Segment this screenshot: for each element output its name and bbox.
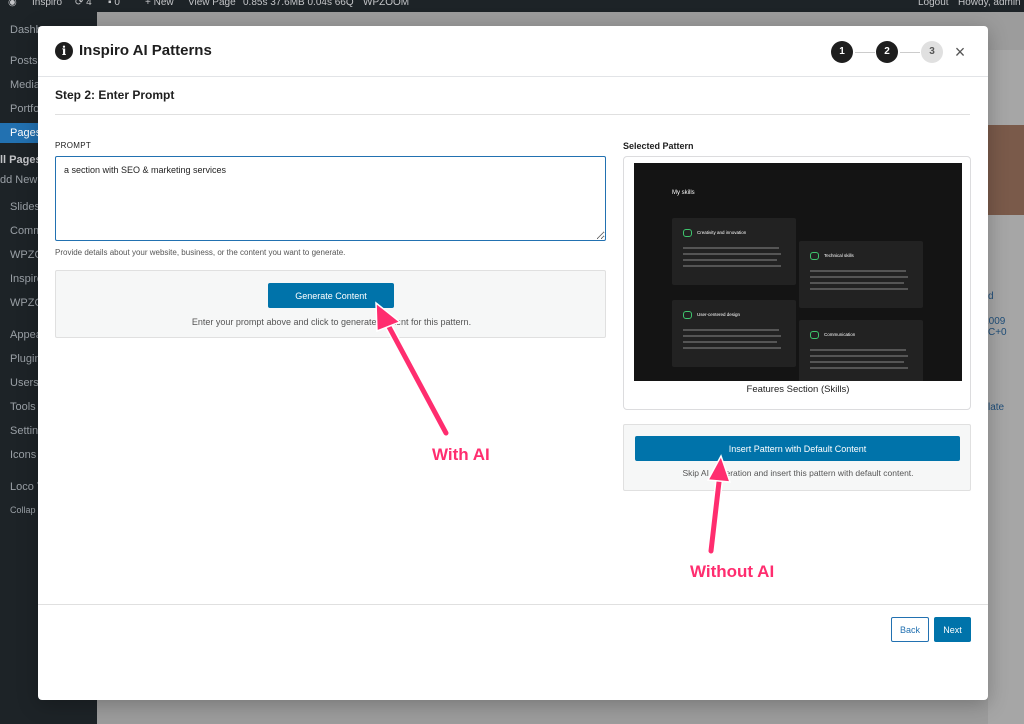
preview-text-line xyxy=(683,253,781,255)
preview-card-title: Technical skills xyxy=(824,253,854,258)
preview-text-line xyxy=(810,367,908,369)
adminbar-comments[interactable]: ▪ 0 xyxy=(108,0,120,8)
preview-text-line xyxy=(683,347,781,349)
preview-card: User-centered design xyxy=(672,300,796,367)
editor-settings-panel xyxy=(988,50,1024,724)
preview-text-line xyxy=(683,265,781,267)
modal-title: Inspiro AI Patterns xyxy=(79,42,212,59)
adminbar-site-link[interactable]: Inspiro xyxy=(32,0,62,8)
preview-text-line xyxy=(683,329,779,331)
preview-card: Communication xyxy=(799,320,923,381)
preview-card: Technical skills xyxy=(799,241,923,308)
step-3-indicator: 3 xyxy=(921,41,943,63)
generate-content-button[interactable]: Generate Content xyxy=(268,283,394,308)
preview-text-line xyxy=(810,355,908,357)
with-ai-label: With AI xyxy=(432,445,490,464)
preview-text-line xyxy=(810,361,904,363)
wp-logo-icon[interactable]: ◉ xyxy=(8,0,17,8)
step-connector xyxy=(900,52,920,53)
adminbar-updates[interactable]: ⟳ 4 xyxy=(75,0,92,8)
insert-default-button[interactable]: Insert Pattern with Default Content xyxy=(635,436,960,461)
panel-text-3: C+0 xyxy=(988,327,1007,338)
prompt-textarea[interactable]: a section with SEO & marketing services xyxy=(55,156,606,241)
adminbar-view-page[interactable]: View Page xyxy=(188,0,236,8)
preview-text-line xyxy=(810,288,908,290)
preview-card: Creativity and innovation xyxy=(672,218,796,285)
footer-divider xyxy=(38,604,988,605)
wp-admin-bar: ◉ Inspiro ⟳ 4 ▪ 0 + New View Page 0.85s … xyxy=(0,0,1024,12)
magnet-icon xyxy=(683,311,692,319)
adminbar-howdy[interactable]: Howdy, admin xyxy=(958,0,1021,8)
ai-patterns-modal: i Inspiro AI Patterns 1 2 3 × Step 2: En… xyxy=(38,26,988,700)
selected-pattern-label: Selected Pattern xyxy=(623,141,694,151)
preview-text-line xyxy=(810,276,908,278)
insert-default-panel: Insert Pattern with Default Content Skip… xyxy=(623,424,971,491)
chat-icon xyxy=(810,331,819,339)
generate-panel: Generate Content Enter your prompt above… xyxy=(55,270,606,338)
next-button[interactable]: Next xyxy=(934,617,971,642)
info-icon: i xyxy=(55,42,73,60)
modal-header: i Inspiro AI Patterns 1 2 3 × xyxy=(38,26,988,77)
adminbar-stats[interactable]: 0.85s 37.6MB 0.04s 66Q xyxy=(243,0,354,8)
leaf-icon xyxy=(683,229,692,237)
preview-text-line xyxy=(683,341,777,343)
selected-pattern-card[interactable]: My skills Creativity and innovation Tech… xyxy=(623,156,971,410)
preview-card-title: User-centered design xyxy=(697,312,741,317)
prompt-help-text: Provide details about your website, busi… xyxy=(55,248,346,257)
pattern-name: Features Section (Skills) xyxy=(746,384,850,395)
preview-card-title: Communication xyxy=(824,332,856,337)
insert-note: Skip AI generation and insert this patte… xyxy=(682,468,914,478)
adminbar-comments-count: 0 xyxy=(114,0,120,8)
preview-text-line xyxy=(683,259,777,261)
back-button[interactable]: Back xyxy=(891,617,929,642)
preview-text-line xyxy=(810,349,906,351)
section-divider xyxy=(55,114,970,115)
step-1-indicator: 1 xyxy=(831,41,853,63)
prompt-label: PROMPT xyxy=(55,141,92,150)
preview-text-line xyxy=(810,282,904,284)
step-connector xyxy=(855,52,875,53)
generate-note: Enter your prompt above and click to gen… xyxy=(191,317,472,327)
step-2-indicator: 2 xyxy=(876,41,898,63)
close-icon[interactable]: × xyxy=(950,42,970,62)
without-ai-label: Without AI xyxy=(690,562,775,581)
adminbar-new[interactable]: + New xyxy=(145,0,174,8)
panel-text-4: late xyxy=(988,402,1005,413)
preview-card-title: Creativity and innovation xyxy=(697,230,747,235)
gear-icon xyxy=(810,252,819,260)
adminbar-updates-count: 4 xyxy=(86,0,92,8)
pattern-preview-image: My skills Creativity and innovation Tech… xyxy=(634,163,962,381)
featured-image-thumbnail xyxy=(988,125,1024,215)
step-heading: Step 2: Enter Prompt xyxy=(55,88,175,102)
adminbar-wpzoom[interactable]: WPZOOM xyxy=(363,0,409,8)
preview-text-line xyxy=(683,335,781,337)
preview-title: My skills xyxy=(672,190,695,196)
panel-text-1: d xyxy=(988,291,994,302)
preview-text-line xyxy=(683,247,779,249)
adminbar-logout[interactable]: Logout xyxy=(918,0,949,8)
preview-text-line xyxy=(810,270,906,272)
